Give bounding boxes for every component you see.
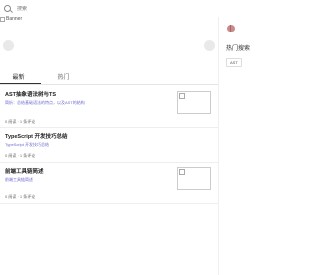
article-meta: 0 阅读 · 1 条评论 [5, 194, 36, 199]
comments-count: 1 条评论 [19, 119, 36, 124]
divider [0, 203, 218, 204]
article-tabs: 最新 热门 [0, 72, 218, 85]
article-summary: 简析：总结基础语法的特点，以及AST的结构 [5, 100, 85, 105]
search-input[interactable] [17, 5, 137, 12]
article-item[interactable]: AST抽象语法树与TS 简析：总结基础语法的特点，以及AST的结构 0 阅读 ·… [0, 90, 218, 128]
views-count: 0 阅读 [5, 153, 17, 158]
hot-search-tag[interactable]: AST [226, 58, 242, 67]
article-summary: TypeScript 开发技巧总结 [5, 142, 50, 147]
hot-search-title: 热门搜索 [226, 46, 251, 52]
tab-hot[interactable]: 热门 [41, 72, 86, 84]
divider [0, 127, 218, 128]
broken-image-icon [0, 16, 5, 22]
views-count: 0 阅读 [5, 119, 17, 124]
comments-count: 1 条评论 [19, 153, 36, 158]
article-meta: 0 阅读 · 1 条评论 [5, 119, 36, 124]
article-title[interactable]: TypeScript 开发技巧总结 [5, 132, 68, 140]
article-thumbnail[interactable] [177, 91, 211, 114]
tab-latest[interactable]: 最新 [0, 72, 41, 84]
article-title[interactable]: 前端工具链简述 [5, 167, 44, 175]
article-meta: 0 阅读 · 1 条评论 [5, 153, 36, 158]
article-summary: 前端工具链简述 [5, 177, 33, 182]
carousel-next-button[interactable] [204, 40, 215, 51]
brain-icon [227, 25, 235, 32]
article-thumbnail[interactable] [177, 167, 211, 190]
hot-search-panel: 热门搜索 AST [218, 17, 260, 275]
carousel-prev-button[interactable] [3, 40, 14, 51]
divider [0, 162, 218, 163]
article-item[interactable]: TypeScript 开发技巧总结 TypeScript 开发技巧总结 0 阅读… [0, 132, 218, 162]
banner-carousel [0, 22, 218, 66]
comments-count: 1 条评论 [19, 194, 36, 199]
article-item[interactable]: 前端工具链简述 前端工具链简述 0 阅读 · 1 条评论 [0, 167, 218, 205]
views-count: 0 阅读 [5, 194, 17, 199]
search-icon[interactable] [4, 5, 11, 12]
top-search-bar [0, 0, 260, 17]
article-title[interactable]: AST抽象语法树与TS [5, 90, 56, 98]
